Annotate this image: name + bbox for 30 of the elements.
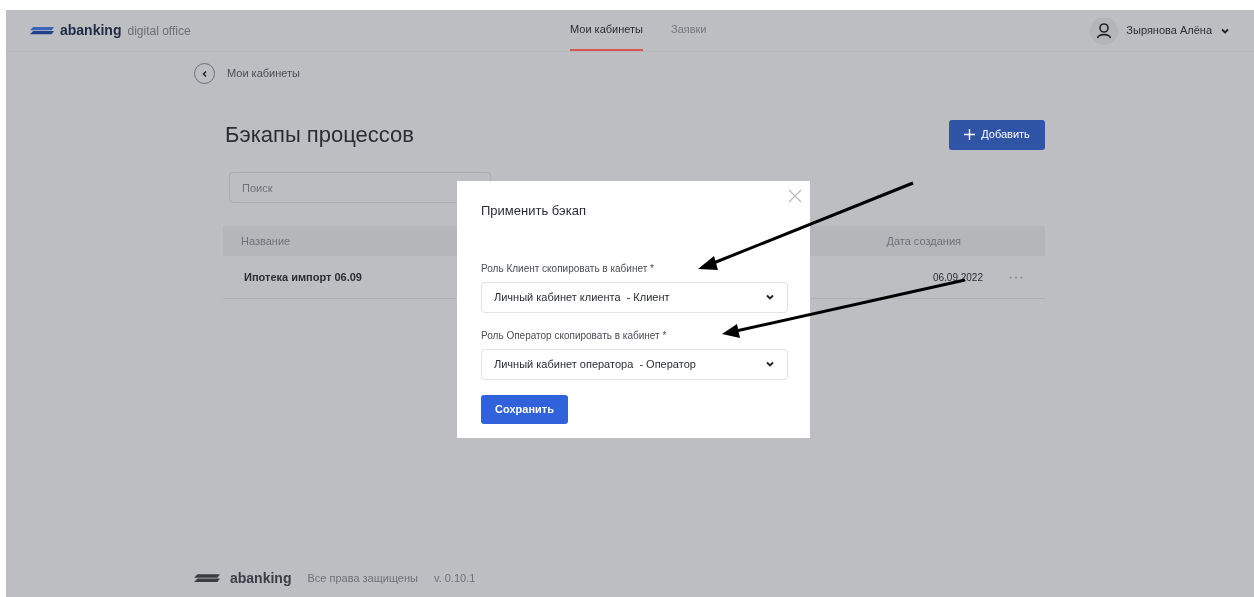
brand-suffix: digital office	[127, 22, 191, 40]
breadcrumb-label[interactable]: Мои кабинеты	[227, 65, 300, 82]
column-header: Дата создания	[886, 233, 961, 249]
logo-icon	[194, 574, 220, 583]
footer-rights: Все права защищены	[307, 571, 418, 587]
search-field[interactable]: Поиск	[229, 172, 491, 203]
chevron-left-icon	[200, 69, 209, 78]
table-cell-text: Ипотека импорт 06.09	[243, 269, 362, 285]
user-name[interactable]: Зырянова Алёна	[1126, 22, 1212, 39]
field-label: Роль Оператор скопировать в кабинет *	[481, 328, 668, 343]
plus-icon	[964, 129, 976, 140]
chevron-down-icon	[765, 292, 775, 302]
chevron-down-icon	[765, 359, 775, 369]
dialog-title: Применить бэкап	[481, 202, 587, 220]
select-field[interactable]: Личный кабинет оператора - Оператор	[481, 348, 788, 380]
table-cell-text: 06.09.2022	[932, 270, 983, 285]
save-button[interactable]: Сохранить	[481, 394, 568, 424]
brand-name: abanking	[60, 21, 122, 40]
nav-tab[interactable]: Мои кабинеты	[570, 10, 643, 51]
select-field[interactable]: Личный кабинет клиента - Клиент	[481, 281, 788, 313]
field-label: Роль Клиент скопировать в кабинет *	[481, 261, 655, 276]
user-icon	[1090, 16, 1119, 45]
add-button[interactable]: Добавить	[949, 119, 1045, 150]
close-icon	[788, 189, 802, 203]
logo-icon	[30, 26, 54, 35]
close-button[interactable]	[788, 189, 802, 203]
footer-brand: abanking	[230, 569, 292, 588]
footer-version: v. 0.10.1	[433, 571, 476, 587]
column-header: Название	[240, 233, 291, 249]
page-title: Бэкапы процессов	[225, 121, 414, 149]
